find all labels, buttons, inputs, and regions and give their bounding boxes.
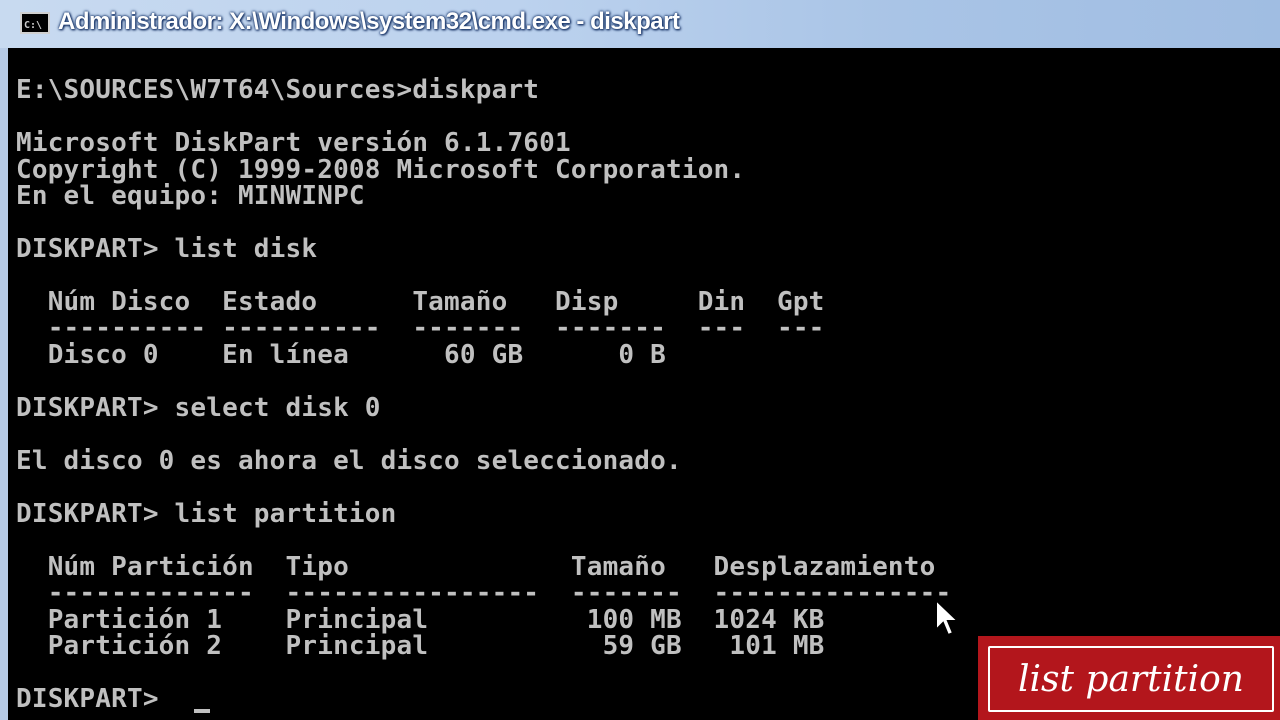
window-title: Administrador: X:\Windows\system32\cmd.e… — [58, 8, 680, 35]
console-line: Copyright (C) 1999-2008 Microsoft Corpor… — [16, 155, 746, 185]
table-header: Núm Partición Tipo Tamaño Desplazamiento — [16, 552, 936, 582]
window-frame-left — [0, 48, 8, 720]
console-line: El disco 0 es ahora el disco seleccionad… — [16, 446, 682, 476]
console-line: DISKPART> list disk — [16, 234, 318, 264]
caption-frame: list partition — [988, 646, 1274, 712]
text-cursor — [194, 709, 210, 713]
console-line: E:\SOURCES\W7T64\Sources>diskpart — [16, 75, 540, 105]
window-titlebar[interactable]: C:\ Administrador: X:\Windows\system32\c… — [0, 0, 1280, 49]
caption-banner: list partition — [978, 636, 1280, 720]
table-header: Núm Disco Estado Tamaño Disp Din Gpt — [16, 287, 825, 317]
console-line: En el equipo: MINWINPC — [16, 181, 365, 211]
console-line: DISKPART> list partition — [16, 499, 397, 529]
cmd-icon[interactable]: C:\ — [20, 12, 50, 34]
table-row: Partición 1 Principal 100 MB 1024 KB — [16, 605, 825, 635]
table-separator: ---------- ---------- ------- ------- --… — [16, 313, 825, 343]
table-row: Partición 2 Principal 59 GB 101 MB — [16, 631, 825, 661]
console-line: DISKPART> select disk 0 — [16, 393, 381, 423]
console-area[interactable]: E:\SOURCES\W7T64\Sources>diskpart Micros… — [8, 48, 1280, 720]
console-prompt[interactable]: DISKPART> — [16, 685, 175, 713]
table-separator: ------------- ---------------- ------- -… — [16, 578, 952, 608]
console-line: Microsoft DiskPart versión 6.1.7601 — [16, 128, 571, 158]
table-row: Disco 0 En línea 60 GB 0 B — [16, 340, 666, 370]
cmd-icon-label: C:\ — [24, 20, 43, 31]
mouse-pointer-icon — [935, 598, 961, 637]
caption-text: list partition — [1018, 658, 1244, 700]
